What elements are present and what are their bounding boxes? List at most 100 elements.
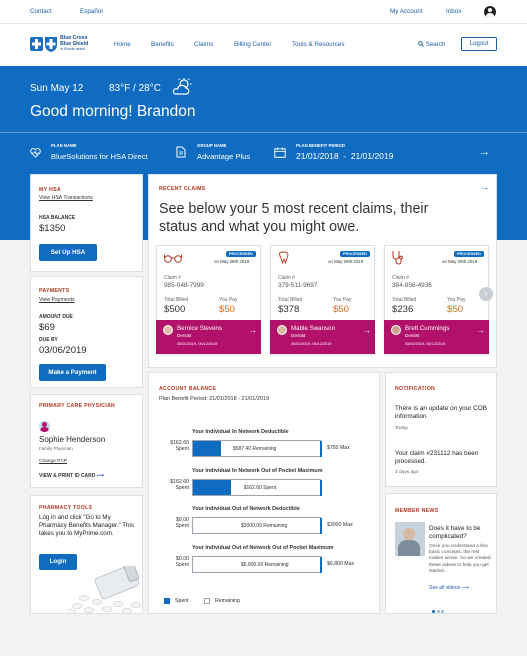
hsa-transactions-link[interactable]: View HSA Transactions xyxy=(39,195,93,201)
claim-detail-arrow-icon[interactable]: → xyxy=(477,326,485,335)
espanol-link[interactable]: Español xyxy=(80,8,103,15)
spent-caption: Spent xyxy=(175,562,189,569)
account-balance-period: Plan Benefit Period: 21/01/2018 - 21/01/… xyxy=(159,396,270,402)
balance-row-title: Your Individual In Network Deductible xyxy=(192,429,289,435)
pill-bottle-illustration xyxy=(67,566,142,613)
total-billed-label: Total Billed xyxy=(164,297,189,303)
pharmacy-title: PHARMACY TOOLS xyxy=(39,505,93,511)
physician-avatar xyxy=(39,421,50,432)
make-payment-button[interactable]: Make a Payment xyxy=(39,364,106,381)
pharmacy-card: PHARMACY TOOLS Log in and click "Go to M… xyxy=(30,495,143,614)
view-print-id-card-link[interactable]: VIEW & PRINT ID CARD ⟶ xyxy=(39,473,104,479)
notification-card: NOTIFICATION There is an update on your … xyxy=(385,372,497,487)
balance-max-label: $6,800 Max xyxy=(327,561,355,567)
news-carousel-dots xyxy=(432,600,444,618)
notification-message[interactable]: Your claim #231112 has been processed. xyxy=(395,450,489,466)
claim-status-badge: PROCESSED xyxy=(226,251,256,257)
legend-spent-swatch xyxy=(164,598,170,604)
balance-max-label: $3000 Max xyxy=(327,522,353,528)
logout-button[interactable]: Logout xyxy=(461,37,497,51)
nav-home[interactable]: Home xyxy=(114,41,131,48)
total-billed-value: $236 xyxy=(392,304,414,315)
pcp-title: PRIMARY CARE PHYSICIAN xyxy=(39,403,116,409)
provider-type: Dentist xyxy=(177,333,192,338)
you-pay-label: You Pay xyxy=(219,297,238,303)
balance-progress-bar: $162.60 Spent xyxy=(192,479,322,496)
balance-spent-fill xyxy=(193,480,232,495)
claim-number-label: Claim # xyxy=(278,275,295,281)
balance-spent-fill xyxy=(193,441,221,456)
inbox-link[interactable]: Inbox xyxy=(446,8,461,15)
glasses-icon xyxy=(164,254,182,263)
nav-billing-center[interactable]: Billing Center xyxy=(234,41,271,48)
see-all-arrow-icon: ⟶ xyxy=(461,585,469,591)
balance-remaining-text: $587.40 Remaining xyxy=(232,446,277,452)
amount-due-value: $69 xyxy=(39,322,55,333)
amount-due-label: AMOUNT DUE xyxy=(39,314,73,320)
setup-hsa-button[interactable]: Set Up HSA xyxy=(39,244,97,261)
stethoscope-icon xyxy=(392,251,403,265)
hero-date: Sun May 12 xyxy=(30,83,84,94)
total-billed-label: Total Billed xyxy=(278,297,303,303)
claims-arrow-icon[interactable]: → xyxy=(480,182,489,192)
carousel-dot[interactable] xyxy=(436,610,440,613)
claim-provider-footer: Mable Swanson Dentist 05/02/2019- 05/12/… xyxy=(270,320,375,354)
claim-detail-arrow-icon[interactable]: → xyxy=(363,326,371,335)
total-billed-value: $500 xyxy=(164,304,186,315)
claims-title: RECENT CLAIMS xyxy=(159,186,206,192)
claim-card[interactable]: PROCESSED on May 29th 2019 Claim # 985-0… xyxy=(156,245,261,354)
balance-spent-amount: $162.60 Spent xyxy=(161,440,189,453)
claim-status-date: on May 29th 2019 xyxy=(442,259,478,264)
spent-caption: Spent xyxy=(175,523,189,530)
claim-service-dates: 05/02/2019- 05/12/2019 xyxy=(291,342,332,346)
balance-max-marker xyxy=(320,518,322,534)
claims-next-button[interactable]: › xyxy=(479,287,493,301)
claim-card[interactable]: PROCESSED on May 29th 2019 Claim # 379-5… xyxy=(270,245,375,354)
claim-service-dates: 05/02/2019- 05/12/2019 xyxy=(405,342,446,346)
news-video-thumbnail[interactable] xyxy=(395,522,425,556)
contact-link[interactable]: Contact xyxy=(30,8,52,15)
claim-provider-footer: Brett Cummings Dentist 05/02/2019- 05/12… xyxy=(384,320,489,354)
nav-benefits[interactable]: Benefits xyxy=(151,41,174,48)
view-payments-link[interactable]: View Payments xyxy=(39,297,75,303)
balance-spent-amount: $0.00 Spent xyxy=(161,517,189,530)
plan-name-label: PLAN NAME xyxy=(51,143,77,148)
search-button[interactable]: Search xyxy=(418,41,445,48)
provider-avatar xyxy=(277,325,287,335)
member-news-title: MEMBER NEWS xyxy=(395,508,439,514)
brand-logo[interactable]: Blue Cross Blue Shield of Rhode Island xyxy=(30,35,94,54)
balance-max-marker xyxy=(320,441,322,457)
tooth-icon xyxy=(279,251,289,264)
claim-number: 379-511-9697 xyxy=(278,282,318,289)
claim-card[interactable]: PROCESSED on May 29th 2019 Claim # 384-8… xyxy=(384,245,489,354)
change-pcp-link[interactable]: Change PCP xyxy=(39,459,67,464)
claim-status-date: on May 29th 2019 xyxy=(214,259,250,264)
group-name-label: GROUP NAME xyxy=(197,143,227,148)
carousel-dot[interactable] xyxy=(441,610,444,613)
spent-caption: Spent xyxy=(175,485,189,492)
claim-number-label: Claim # xyxy=(392,275,409,281)
balance-progress-bar: $587.40 Remaining xyxy=(192,440,322,457)
see-all-videos-link[interactable]: See all videos ⟶ xyxy=(429,585,469,591)
claim-number: 384-856-4936 xyxy=(392,282,432,289)
account-balance-card: ACCOUNT BALANCE Plan Benefit Period: 21/… xyxy=(148,372,380,614)
carousel-dot[interactable] xyxy=(432,610,435,613)
chevron-right-icon: › xyxy=(484,288,488,298)
pcp-card: PRIMARY CARE PHYSICIAN Sophie Henderson … xyxy=(30,394,143,488)
nav-tools-resources[interactable]: Tools & Resources xyxy=(292,41,345,48)
my-account-link[interactable]: My Account xyxy=(390,8,423,15)
notification-message[interactable]: There is an update on your COB informati… xyxy=(395,405,489,421)
provider-avatar xyxy=(391,325,401,335)
user-avatar-icon[interactable] xyxy=(484,6,496,18)
total-billed-label: Total Billed xyxy=(392,297,417,303)
claim-detail-arrow-icon[interactable]: → xyxy=(249,326,257,335)
utility-bar: Contact Español My Account Inbox xyxy=(0,0,527,24)
hsa-balance-label: HSA BALANCE xyxy=(39,215,76,221)
news-headline[interactable]: Does it have to be complicated? xyxy=(429,525,493,541)
spent-caption: Spent xyxy=(175,446,189,453)
plan-details-arrow-icon[interactable]: → xyxy=(479,146,490,158)
legend-remaining-label: Remaining xyxy=(215,598,240,604)
hero-weather: 83°F / 28°C xyxy=(109,83,161,94)
balance-progress-bar: $6,800.00 Remaining xyxy=(192,556,322,573)
nav-claims[interactable]: Claims xyxy=(194,41,213,48)
